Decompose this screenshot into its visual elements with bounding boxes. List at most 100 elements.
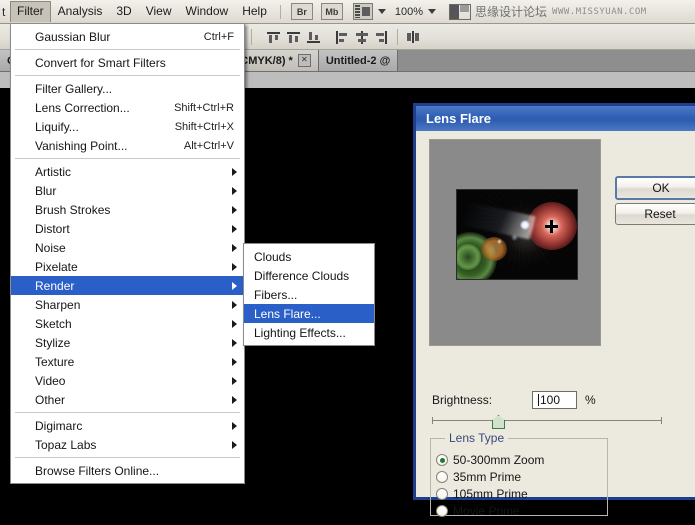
menu-item-digimarc-label: Digimarc bbox=[35, 418, 83, 433]
radio-option-movie-prime-label: Movie Prime bbox=[453, 504, 520, 518]
chevron-right-icon bbox=[232, 421, 237, 430]
ok-button[interactable]: OK bbox=[615, 176, 695, 200]
menu-window[interactable]: Window bbox=[179, 1, 236, 22]
dialog-title-label: Lens Flare bbox=[426, 111, 492, 126]
menu-help[interactable]: Help bbox=[235, 1, 274, 22]
menu-item-render[interactable]: Render bbox=[11, 276, 244, 295]
align-bottom-edges-icon[interactable] bbox=[305, 29, 322, 45]
menu-item-gaussian-blur[interactable]: Gaussian Blur Ctrl+F bbox=[11, 27, 244, 46]
watermark: 思缘设计论坛 WWW.MISSYUAN.COM bbox=[475, 3, 647, 20]
menu-item-noise[interactable]: Noise bbox=[11, 238, 244, 257]
menu-item-distort-label: Distort bbox=[35, 221, 70, 236]
align-top-edges-icon[interactable] bbox=[265, 29, 282, 45]
radio-icon[interactable] bbox=[436, 488, 448, 500]
radio-option-movie-prime[interactable]: Movie Prime bbox=[436, 504, 520, 518]
menu-item-distort[interactable]: Distort bbox=[11, 219, 244, 238]
menu-item-blur[interactable]: Blur bbox=[11, 181, 244, 200]
reset-button[interactable]: Reset bbox=[615, 203, 695, 225]
flare-light-core bbox=[520, 220, 530, 230]
menu-item-video[interactable]: Video bbox=[11, 371, 244, 390]
menu-item-video-label: Video bbox=[35, 373, 66, 388]
menu-item-brush-strokes[interactable]: Brush Strokes bbox=[11, 200, 244, 219]
menu-item-filter-gallery[interactable]: Filter Gallery... bbox=[11, 79, 244, 98]
flare-preview-image[interactable] bbox=[456, 189, 578, 280]
distribute-icon[interactable] bbox=[405, 29, 422, 45]
menu-analysis[interactable]: Analysis bbox=[51, 1, 110, 22]
align-horizontal-centers-icon[interactable] bbox=[353, 29, 370, 45]
submenu-item-lighting-effects[interactable]: Lighting Effects... bbox=[244, 323, 374, 342]
menu-3d[interactable]: 3D bbox=[109, 1, 138, 22]
menu-item-lens-correction-shortcut: Shift+Ctrl+R bbox=[174, 101, 234, 114]
menu-item-other-label: Other bbox=[35, 392, 66, 407]
menu-item-sketch[interactable]: Sketch bbox=[11, 314, 244, 333]
submenu-item-lighting-effects-label: Lighting Effects... bbox=[254, 325, 346, 340]
flare-streak bbox=[462, 201, 536, 240]
brightness-slider[interactable] bbox=[432, 415, 662, 429]
dialog-title-bar[interactable]: Lens Flare bbox=[413, 103, 695, 131]
menu-item-sketch-label: Sketch bbox=[35, 316, 72, 331]
menu-item-gaussian-blur-label: Gaussian Blur bbox=[35, 29, 111, 44]
menu-item-topaz-labs[interactable]: Topaz Labs bbox=[11, 435, 244, 454]
watermark-url-text: WWW.MISSYUAN.COM bbox=[552, 6, 647, 17]
radio-icon[interactable] bbox=[436, 454, 448, 466]
menu-item-vanishing-point[interactable]: Vanishing Point... Alt+Ctrl+V bbox=[11, 136, 244, 155]
menu-help-label: Help bbox=[242, 4, 267, 18]
bridge-icon[interactable]: Br bbox=[290, 3, 313, 20]
text-caret bbox=[538, 394, 539, 406]
menu-view-label: View bbox=[145, 4, 172, 18]
flare-center-crosshair-icon[interactable] bbox=[545, 220, 558, 233]
menu-separator bbox=[15, 158, 240, 159]
menu-item-sharpen[interactable]: Sharpen bbox=[11, 295, 244, 314]
menu-filter[interactable]: Filter bbox=[10, 1, 51, 22]
menu-item-other[interactable]: Other bbox=[11, 390, 244, 409]
menu-item-stylize[interactable]: Stylize bbox=[11, 333, 244, 352]
menu-item-liquify-shortcut: Shift+Ctrl+X bbox=[174, 120, 234, 133]
align-buttons-group bbox=[265, 29, 390, 45]
close-icon[interactable]: ✕ bbox=[297, 54, 311, 67]
radio-option-50-300mm-zoom[interactable]: 50-300mm Zoom bbox=[436, 453, 544, 467]
menu-item-lens-correction[interactable]: Lens Correction... Shift+Ctrl+R bbox=[11, 98, 244, 117]
zoom-chevron-down-icon[interactable] bbox=[428, 9, 437, 14]
mini-bridge-icon[interactable]: Mb bbox=[320, 3, 343, 20]
menu-item-digimarc[interactable]: Digimarc bbox=[11, 416, 244, 435]
menu-item-pixelate[interactable]: Pixelate bbox=[11, 257, 244, 276]
submenu-item-lens-flare[interactable]: Lens Flare... bbox=[244, 304, 374, 323]
flare-rays bbox=[477, 190, 565, 279]
submenu-item-clouds[interactable]: Clouds bbox=[244, 247, 374, 266]
view-extras-icon[interactable] bbox=[352, 3, 373, 20]
brightness-input[interactable]: 100 bbox=[532, 391, 577, 409]
submenu-item-fibers[interactable]: Fibers... bbox=[244, 285, 374, 304]
slider-tick-right bbox=[661, 417, 662, 424]
menu-item-liquify[interactable]: Liquify... Shift+Ctrl+X bbox=[11, 117, 244, 136]
align-vertical-centers-icon[interactable] bbox=[285, 29, 302, 45]
radio-icon[interactable] bbox=[436, 505, 448, 517]
radio-icon[interactable] bbox=[436, 471, 448, 483]
chevron-right-icon bbox=[232, 440, 237, 449]
radio-option-105mm-prime[interactable]: 105mm Prime bbox=[436, 487, 528, 501]
menu-item-blur-label: Blur bbox=[35, 183, 57, 198]
submenu-item-difference-clouds[interactable]: Difference Clouds bbox=[244, 266, 374, 285]
menu-item-convert-for-smart-filters[interactable]: Convert for Smart Filters bbox=[11, 53, 244, 72]
slider-handle[interactable] bbox=[492, 415, 505, 429]
arrange-documents-icon[interactable] bbox=[449, 3, 472, 20]
slider-track bbox=[432, 420, 662, 421]
menu-view[interactable]: View bbox=[139, 1, 179, 22]
menu-item-vanishing-point-shortcut: Alt+Ctrl+V bbox=[183, 139, 234, 152]
radio-option-35mm-prime[interactable]: 35mm Prime bbox=[436, 470, 521, 484]
menu-item-sharpen-label: Sharpen bbox=[35, 297, 81, 312]
align-right-edges-icon[interactable] bbox=[373, 29, 390, 45]
tab-document-untitled-2[interactable]: Untitled-2 @ bbox=[318, 50, 399, 71]
menu-item-artistic[interactable]: Artistic bbox=[11, 162, 244, 181]
menu-item-browse-filters-online-label: Browse Filters Online... bbox=[35, 463, 160, 478]
chevron-right-icon bbox=[232, 224, 237, 233]
arrange-pane-right bbox=[460, 4, 470, 12]
menu-separator bbox=[15, 412, 240, 413]
menu-item-texture[interactable]: Texture bbox=[11, 352, 244, 371]
menu-item-vanishing-point-label: Vanishing Point... bbox=[35, 138, 128, 153]
align-left-edges-icon[interactable] bbox=[333, 29, 350, 45]
menu-item-browse-filters-online[interactable]: Browse Filters Online... bbox=[11, 461, 244, 480]
view-extras-chevron-down-icon[interactable] bbox=[377, 9, 386, 14]
chevron-right-icon bbox=[232, 243, 237, 252]
chevron-right-icon bbox=[232, 262, 237, 271]
flare-preview-panel[interactable] bbox=[429, 139, 601, 346]
